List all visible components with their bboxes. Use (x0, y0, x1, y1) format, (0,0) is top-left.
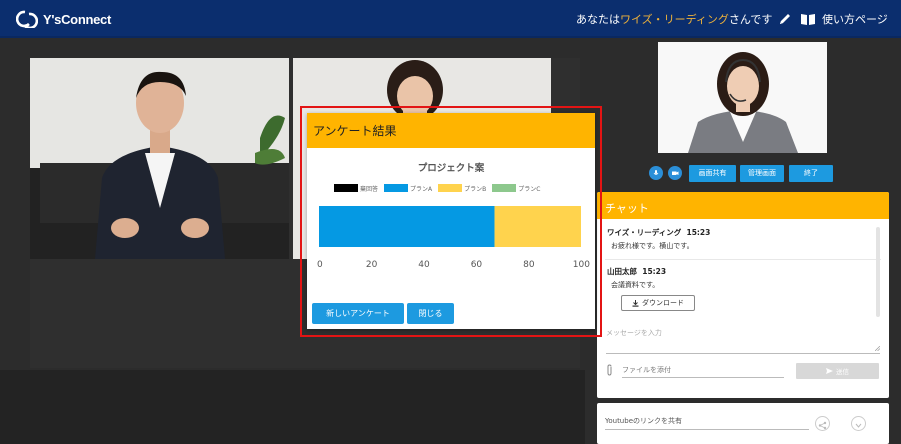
end-call-button[interactable]: 終了 (789, 164, 833, 182)
legend-swatch (438, 184, 463, 192)
app-header: Y'sConnect あなたは ワイズ・リーディング さんです 使い方ページ (0, 0, 901, 38)
new-survey-button[interactable]: 新しいアンケート (312, 303, 404, 324)
message-sender: ワイズ・リーディング (607, 228, 682, 237)
guide-label: 使い方ページ (822, 13, 888, 26)
legend-swatch (384, 184, 409, 192)
message-time: 15:23 (686, 228, 711, 237)
chat-message: ワイズ・リーディング 15:23 お疲れ様です。横山です。 (597, 227, 881, 251)
bar-segment (494, 206, 581, 247)
legend-swatch (334, 184, 358, 192)
legend-item[interactable]: 棄回答 (334, 184, 378, 193)
bottom-strip (0, 370, 585, 444)
logo-icon (16, 10, 38, 28)
attach-file[interactable]: ファイルを添付 (605, 363, 671, 377)
share-icon[interactable] (815, 416, 830, 431)
admin-screen-button[interactable]: 管理画面 (740, 164, 784, 182)
message-text: お疲れ様です。横山です。 (611, 242, 694, 250)
new-survey-label: 新しいアンケート (326, 309, 390, 318)
chat-title: チャット (597, 192, 889, 219)
edit-name-icon[interactable] (778, 12, 792, 26)
legend-item[interactable]: プランA (384, 184, 432, 193)
user-greeting: あなたは ワイズ・リーディング さんです (576, 11, 792, 27)
send-label: 送信 (836, 368, 849, 376)
message-text: 会議資料です。 (611, 281, 660, 289)
download-icon (632, 299, 639, 307)
share-screen-button[interactable]: 画面共有 (689, 164, 736, 182)
message-header: ワイズ・リーディング 15:23 (607, 227, 881, 238)
operator-video (658, 42, 827, 153)
tick-label: 60 (470, 260, 483, 270)
participant-man-image (30, 58, 289, 259)
chevron-down-icon[interactable] (851, 416, 866, 431)
tick-label: 20 (365, 260, 378, 270)
chat-messages[interactable]: ワイズ・リーディング 15:23 お疲れ様です。横山です。 山田太郎 15:23… (597, 227, 881, 311)
book-icon (801, 13, 815, 25)
legend-label: 棄回答 (360, 185, 379, 193)
attach-underline (622, 377, 784, 378)
legend-label: プランB (464, 185, 487, 193)
admin-screen-label: 管理画面 (740, 164, 784, 182)
user-suffix: さんです (728, 13, 773, 26)
mic-icon (649, 166, 663, 180)
legend-label: プランA (410, 185, 433, 193)
chart-title: プロジェクト案 (417, 163, 485, 174)
user-name: ワイズ・リーディング (620, 13, 729, 26)
legend-label: プランC (518, 185, 541, 193)
modal-title: アンケート結果 (307, 113, 595, 148)
attach-label: ファイルを添付 (622, 366, 671, 374)
tick-label: 0 (317, 260, 323, 270)
download-label: ダウンロード (642, 299, 684, 307)
tick-label: 80 (523, 260, 535, 270)
paperclip-icon (607, 364, 612, 376)
message-header: 山田太郎 15:23 (607, 266, 881, 277)
chart-legend: 棄回答 プランA プランB プランC (334, 183, 546, 193)
message-input[interactable]: メッセージを入力 (606, 328, 880, 354)
close-label: 閉じる (418, 309, 443, 318)
legend-item[interactable]: プランB (438, 184, 486, 193)
legend-swatch (492, 184, 517, 192)
chat-message: 山田太郎 15:23 会議資料です。 ダウンロード (597, 266, 881, 311)
camera-icon (668, 166, 682, 180)
send-button[interactable]: 送信 (796, 363, 879, 379)
close-button[interactable]: 閉じる (407, 303, 454, 324)
send-icon (826, 368, 833, 374)
legend-item[interactable]: プランC (492, 184, 540, 193)
logo-text: Y'sConnect (43, 11, 111, 27)
guide-link[interactable]: 使い方ページ (800, 11, 888, 27)
user-prefix: あなたは (576, 13, 620, 26)
message-placeholder: メッセージを入力 (606, 329, 662, 337)
operator-image (658, 42, 827, 153)
message-time: 15:23 (642, 267, 667, 276)
end-call-label: 終了 (789, 164, 833, 182)
message-divider (605, 259, 881, 260)
app-logo[interactable]: Y'sConnect (16, 9, 111, 29)
tick-label: 100 (572, 260, 590, 270)
share-screen-label: 画面共有 (689, 164, 736, 182)
resize-handle-icon[interactable] (875, 346, 880, 351)
camera-button[interactable] (668, 164, 682, 182)
youtube-placeholder: Youtubeのリンクを共有 (605, 417, 682, 425)
youtube-link-input[interactable]: Youtubeのリンクを共有 (605, 416, 809, 430)
tick-label: 40 (418, 260, 430, 270)
stacked-bar-chart (319, 206, 581, 247)
download-button[interactable]: ダウンロード (621, 295, 695, 311)
survey-result-modal: アンケート結果 プロジェクト案 棄回答 プランA プランB プランC 0 20 40… (307, 113, 595, 329)
mic-button[interactable] (649, 164, 663, 182)
x-axis-ticks: 0 20 40 60 80 100 (307, 260, 595, 272)
bar-segment (319, 206, 495, 247)
chat-scrollbar[interactable] (876, 227, 880, 317)
message-sender: 山田太郎 (607, 267, 637, 276)
participant-video-1 (30, 58, 289, 259)
